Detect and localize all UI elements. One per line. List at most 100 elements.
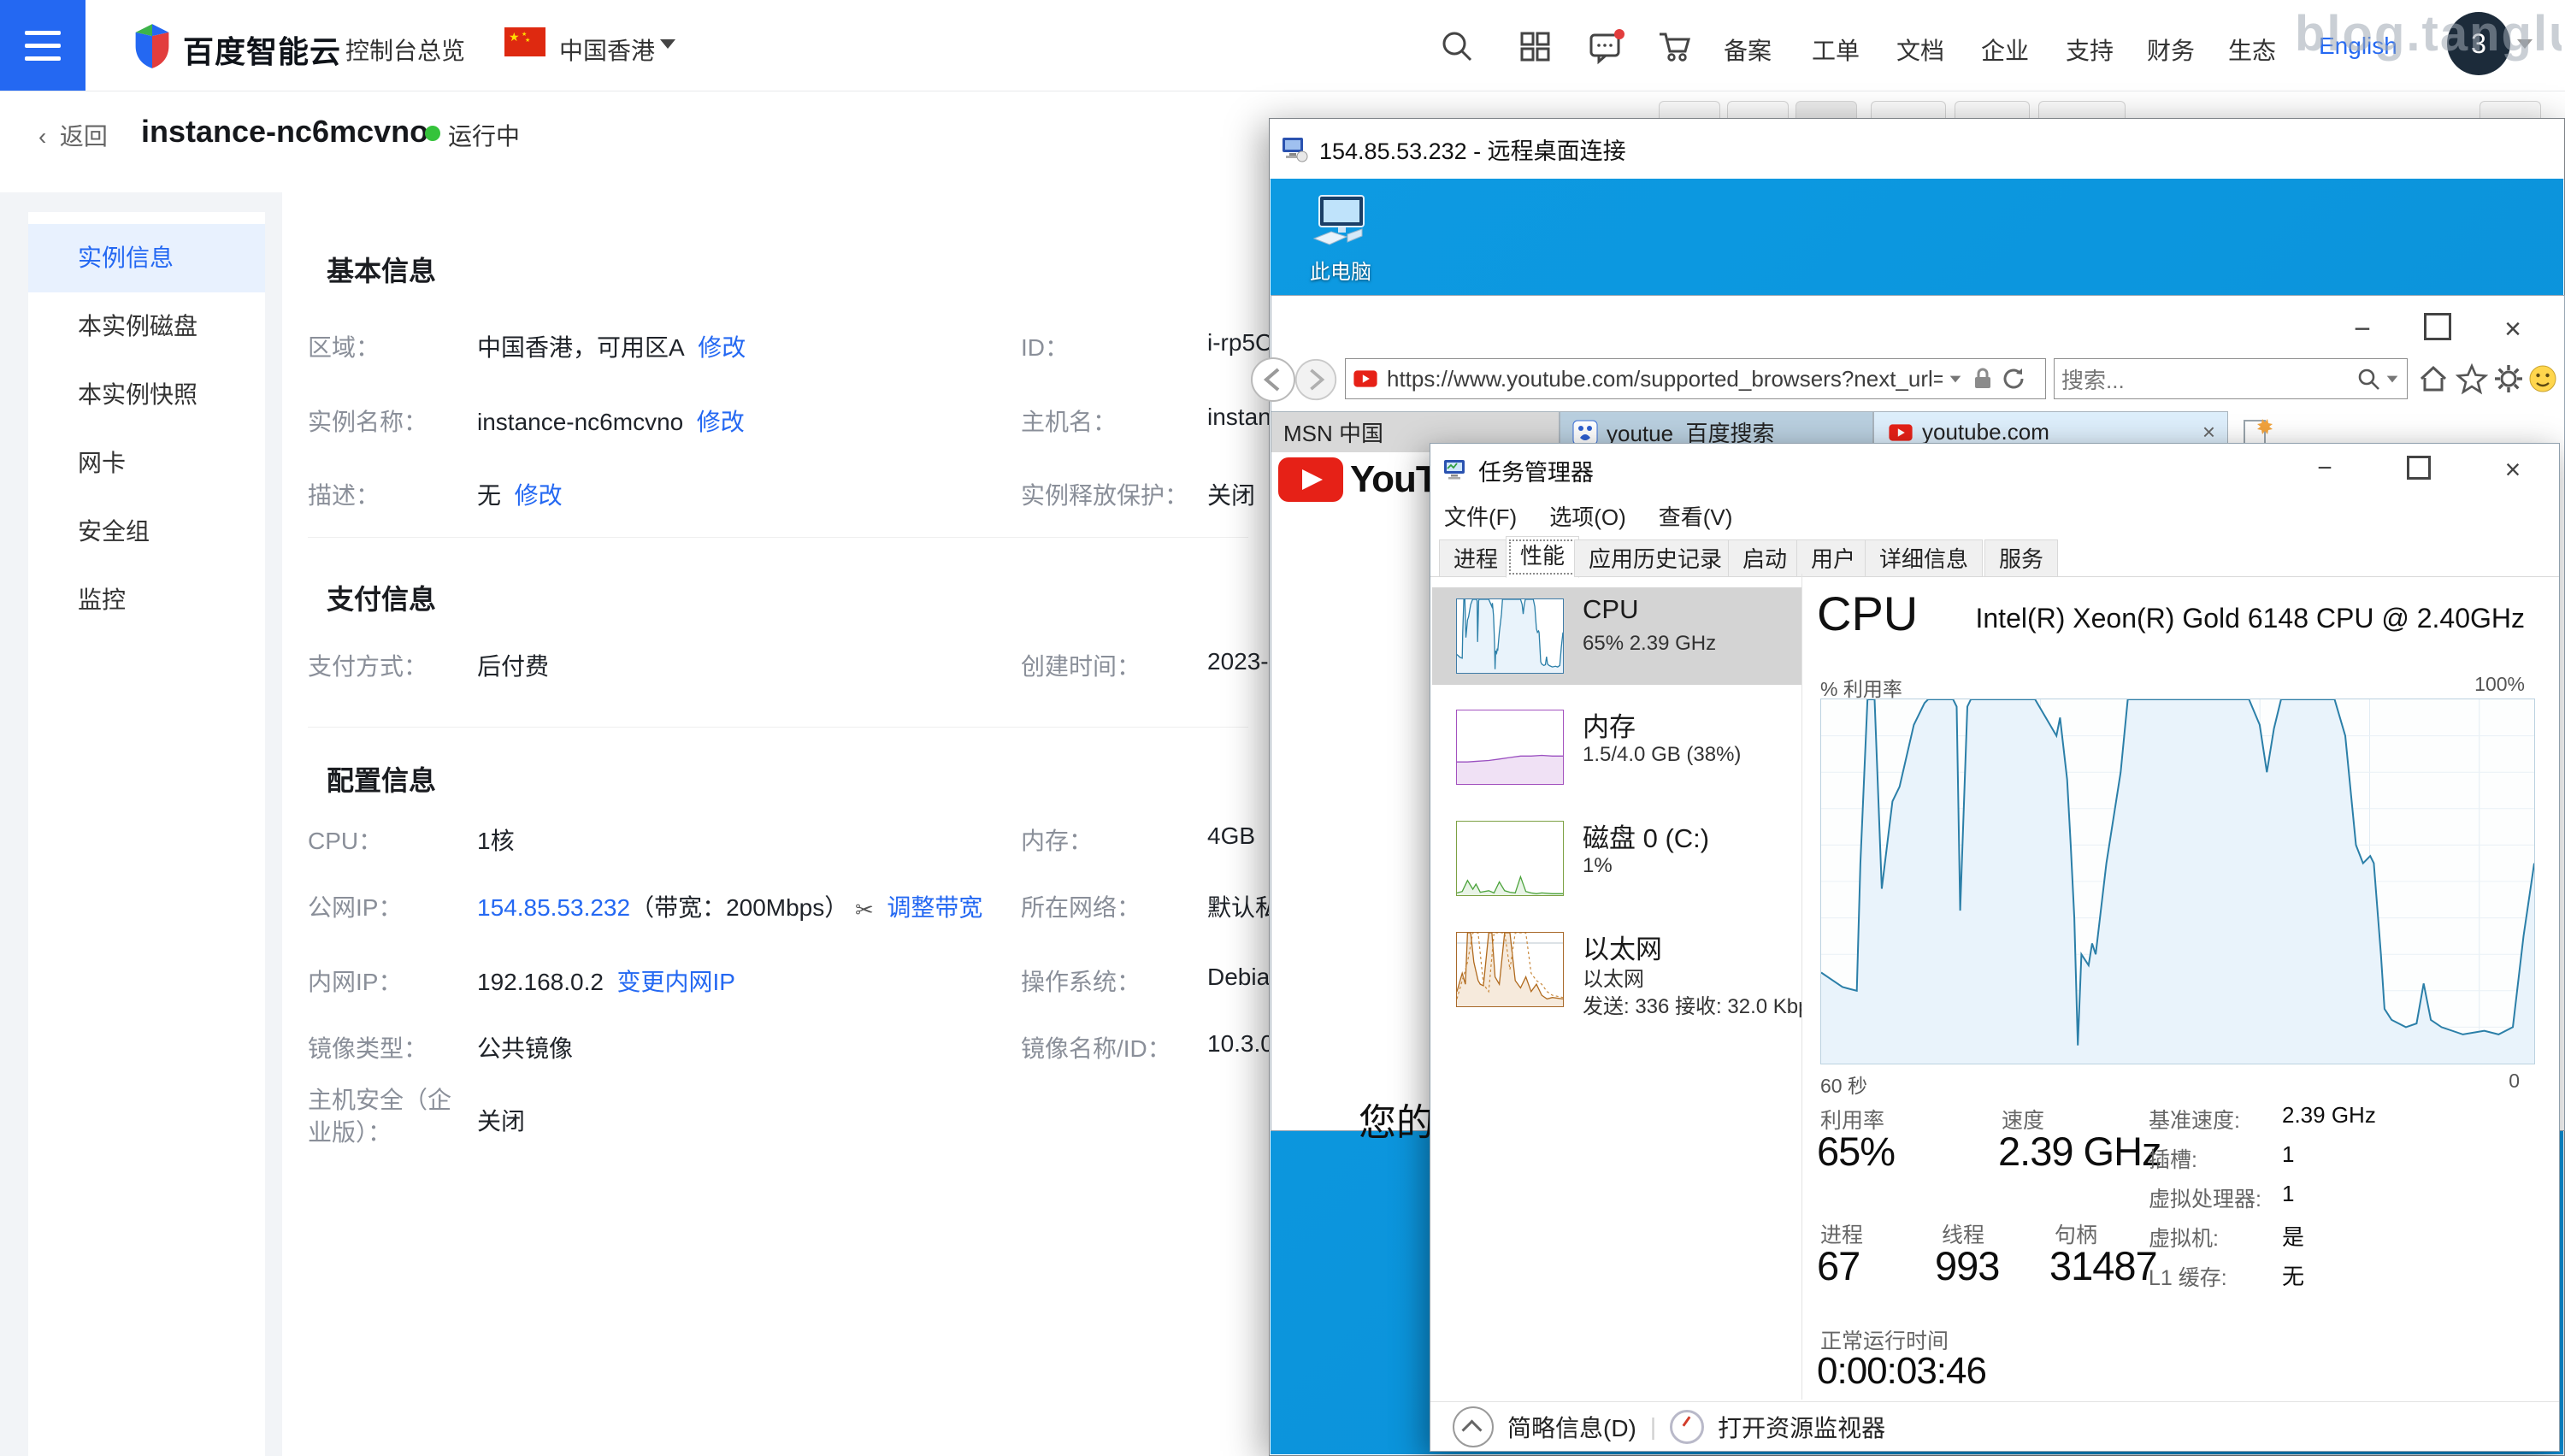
perf-item-cpu[interactable]: CPU 65% 2.39 GHz (1432, 587, 1801, 685)
stat-label: L1 缓存: (2149, 1266, 2227, 1290)
region-caret-icon (660, 39, 675, 49)
perf-sub: 1.5/4.0 GB (38%) (1583, 743, 1742, 766)
feedback-smiley-icon[interactable] (2527, 363, 2559, 395)
forward-icon[interactable] (1294, 357, 1338, 402)
nav-item-zhichi[interactable]: 支持 (2066, 32, 2114, 67)
maximize-button[interactable] (2393, 454, 2444, 487)
perf-item-ethernet[interactable]: 以太网 以太网 发送: 336 接收: 32.0 Kbps (1432, 921, 1801, 1032)
network-link[interactable]: 默认私 (1207, 889, 1269, 923)
sidebar-item-instance-info[interactable]: 实例信息 (28, 224, 265, 292)
info-row: 内网IP： 192.168.0.2 变更内网IP 操作系统： Debian (308, 964, 1269, 998)
nav-item-wendang[interactable]: 文档 (1896, 32, 1944, 67)
modify-link[interactable]: 修改 (697, 409, 745, 435)
tab-performance[interactable]: 性能 (1506, 536, 1580, 578)
nav-item-caiwu[interactable]: 财务 (2147, 32, 2195, 67)
sidebar-item-snapshots[interactable]: 本实例快照 (28, 361, 265, 429)
field-label: 描述： (308, 482, 380, 509)
info-row: 描述： 无 修改 实例释放保护： 关闭 (308, 477, 1269, 511)
address-bar[interactable]: https://www.youtube.com/supported_browse… (1345, 358, 2046, 399)
minimize-button[interactable]: − (2299, 454, 2350, 487)
perf-name: CPU (1583, 594, 1639, 624)
tab-app-history[interactable]: 应用历史记录 (1574, 539, 1737, 577)
modify-link[interactable]: 修改 (515, 482, 563, 509)
search-icon[interactable] (2356, 366, 2381, 392)
adjust-bandwidth-link[interactable]: 调整带宽 (887, 894, 982, 921)
field-label: 支付方式： (308, 653, 428, 680)
stat-value-uptime: 0:00:03:46 (1817, 1350, 1987, 1392)
perf-sub: 发送: 336 接收: 32.0 Kbps (1583, 995, 1801, 1018)
menu-options[interactable]: 选项(O) (1549, 500, 1626, 532)
field-label: 所在网络： (1021, 894, 1141, 921)
cpu-mini-chart (1456, 598, 1564, 674)
nav-item-beian[interactable]: 备案 (1724, 32, 1772, 67)
maximize-button[interactable] (2412, 313, 2463, 348)
browser-window-controls: − × (2337, 313, 2538, 348)
search-icon[interactable] (1438, 27, 1476, 65)
minimize-button[interactable]: − (2337, 313, 2388, 348)
svg-text:★: ★ (509, 30, 520, 44)
settings-gear-icon[interactable] (2492, 363, 2525, 395)
tab-startup[interactable]: 启动 (1728, 539, 1802, 577)
perf-name: 内存 (1583, 712, 1636, 742)
back-icon[interactable] (1249, 356, 1297, 404)
footer-divider: | (1649, 1412, 1657, 1440)
hamburger-menu-icon[interactable] (0, 0, 86, 91)
close-button[interactable]: × (2487, 313, 2538, 348)
fewer-details-button[interactable]: 简略信息(D) (1507, 1410, 1636, 1444)
info-row: 区域： 中国香港，可用区A 修改 ID： i-rp5C (308, 329, 1269, 363)
back-button[interactable]: ‹ 返回 (38, 118, 108, 152)
field-label: CPU： (308, 828, 383, 854)
perf-name: 以太网 (1583, 934, 1662, 964)
tab-details[interactable]: 详细信息 (1865, 539, 1984, 577)
refresh-icon[interactable] (2001, 366, 2026, 392)
field-label: 操作系统： (1021, 969, 1141, 995)
stat-label: 插槽: (2149, 1148, 2197, 1172)
menu-file[interactable]: 文件(F) (1444, 500, 1517, 532)
info-row: 镜像类型： 公共镜像 镜像名称/ID： 10.3.0 (308, 1030, 1269, 1064)
close-button[interactable]: × (2487, 454, 2538, 487)
cpu-panel-title: CPU (1817, 587, 1919, 640)
change-private-ip-link[interactable]: 变更内网IP (616, 969, 734, 995)
rdp-title-bar[interactable]: 154.85.53.232 - 远程桌面连接 (1270, 119, 2564, 180)
region-selector[interactable]: 中国香港 (559, 32, 655, 67)
sidebar-item-security-group[interactable]: 安全组 (28, 498, 265, 566)
tab-users[interactable]: 用户 (1796, 539, 1871, 577)
memory-mini-chart (1456, 710, 1564, 785)
tab-close-icon[interactable]: × (2191, 419, 2215, 445)
field-label: 镜像名称/ID： (1021, 1035, 1171, 1062)
taskman-title-bar[interactable]: 任务管理器 − × (1430, 444, 2559, 497)
menu-view[interactable]: 查看(V) (1659, 500, 1733, 532)
taskman-menu-bar: 文件(F) 选项(O) 查看(V) (1430, 497, 2559, 534)
desktop-icon-this-pc[interactable]: 此电脑 (1294, 194, 1388, 285)
nav-item-shengtai[interactable]: 生态 (2228, 32, 2276, 67)
search-dropdown-caret-icon[interactable] (2386, 375, 2398, 382)
favorites-star-icon[interactable] (2456, 363, 2488, 395)
sidebar-item-monitoring[interactable]: 监控 (28, 566, 265, 634)
perf-sub: 1% (1583, 854, 1613, 877)
x-axis-right: 0 (2509, 1070, 2520, 1092)
field-value: i-rp5C (1207, 329, 1269, 356)
console-overview-link[interactable]: 控制台总览 (345, 32, 465, 67)
collapse-chevron-icon[interactable] (1453, 1406, 1494, 1447)
nav-item-gongdan[interactable]: 工单 (1812, 32, 1860, 67)
tab-processes[interactable]: 进程 (1439, 539, 1513, 577)
stat-label: 虚拟处理器: (2149, 1188, 2261, 1211)
cart-icon[interactable] (1655, 27, 1693, 65)
sidebar-item-disks[interactable]: 本实例磁盘 (28, 292, 265, 361)
open-resource-monitor-link[interactable]: 打开资源监视器 (1718, 1410, 1885, 1444)
sidebar-item-nic[interactable]: 网卡 (28, 429, 265, 498)
public-ip-link[interactable]: 154.85.53.232 (477, 894, 630, 921)
section-title-config: 配置信息 (327, 765, 437, 796)
home-icon[interactable] (2417, 363, 2450, 395)
search-box[interactable]: 搜索... (2054, 358, 2408, 399)
message-icon[interactable] (1587, 27, 1624, 65)
nav-item-qiye[interactable]: 企业 (1981, 32, 2029, 67)
url-dropdown-caret-icon[interactable] (1949, 375, 1961, 382)
field-value: 无 (477, 482, 502, 509)
modify-link[interactable]: 修改 (698, 334, 746, 361)
apps-grid-icon[interactable] (1516, 27, 1554, 65)
tab-services[interactable]: 服务 (1984, 539, 2059, 577)
panel-divider (1801, 574, 1802, 1400)
perf-item-disk[interactable]: 磁盘 0 (C:) 1% (1432, 810, 1801, 907)
perf-item-memory[interactable]: 内存 1.5/4.0 GB (38%) (1432, 699, 1801, 796)
